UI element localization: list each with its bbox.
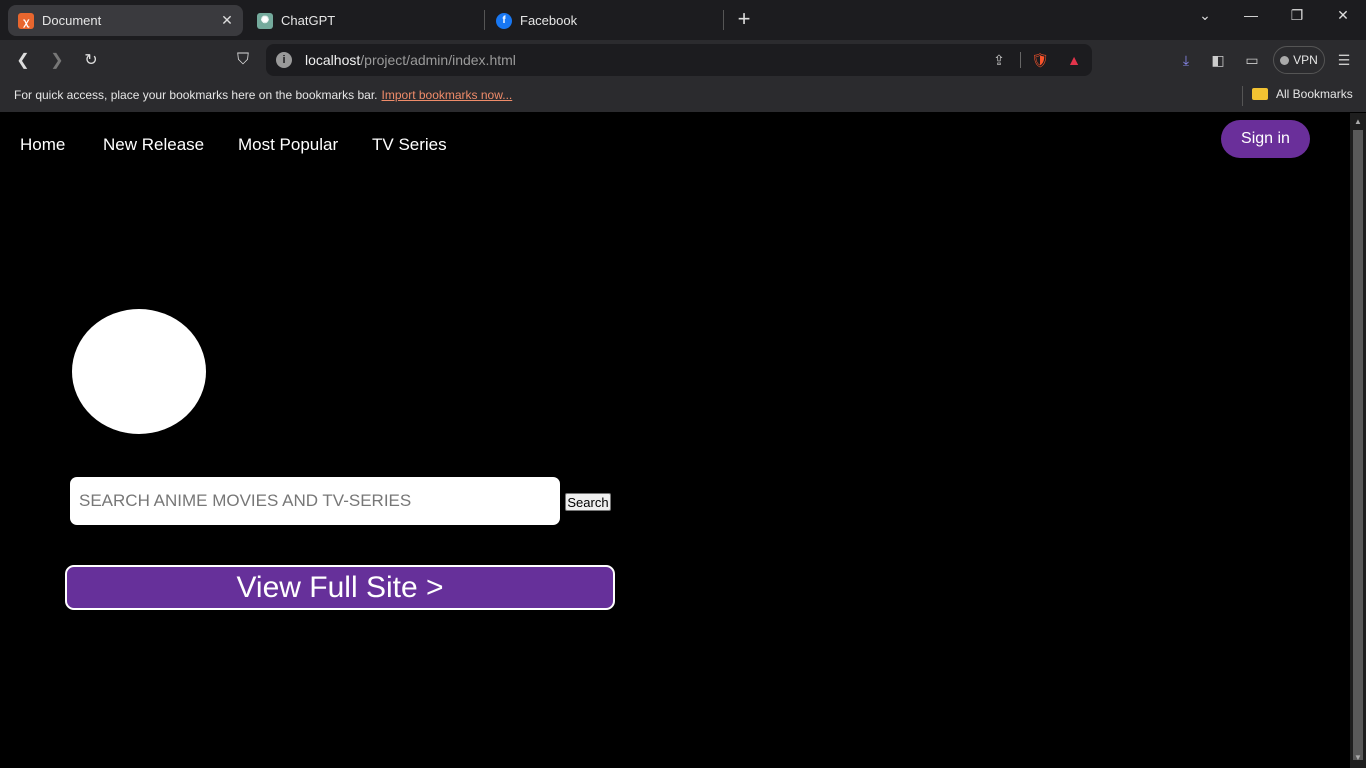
site-info-icon[interactable]: i [276,52,292,68]
web-page: Home New Release Most Popular TV Series … [0,113,1350,768]
download-icon[interactable]: ⤓ [1176,50,1196,70]
all-bookmarks-button[interactable]: All Bookmarks [1252,87,1353,101]
tab-search-chevron-icon[interactable]: ⌄ [1185,4,1225,26]
chatgpt-icon: ✺ [257,12,273,29]
back-icon[interactable]: ❮ [12,49,34,71]
sidebar-toggle-icon[interactable]: ◧ [1208,50,1228,70]
omnibox-divider [1020,52,1021,68]
bookmarks-message-text: For quick access, place your bookmarks h… [14,88,378,102]
tab-label: Facebook [520,13,578,28]
xampp-icon: ꭓ [18,12,34,29]
vpn-status-icon [1280,55,1290,65]
nav-new-release[interactable]: New Release [103,135,204,155]
bookmarks-message: For quick access, place your bookmarks h… [14,88,512,102]
wallet-icon[interactable]: ▭ [1242,50,1262,70]
url-path: /project/admin/index.html [360,52,516,68]
restore-icon[interactable]: ❐ [1277,4,1317,26]
import-bookmarks-link[interactable]: Import bookmarks now... [382,88,513,102]
view-full-site-button[interactable]: View Full Site > [65,565,615,610]
reload-icon[interactable]: ↻ [80,49,102,71]
nav-tv-series[interactable]: TV Series [372,135,447,155]
vpn-label: VPN [1293,53,1318,67]
all-bookmarks-label: All Bookmarks [1276,87,1353,101]
brave-shields-icon[interactable]: 🛡 [1031,51,1049,69]
nav-most-popular[interactable]: Most Popular [238,135,338,155]
url-text[interactable]: localhost/project/admin/index.html [305,52,516,68]
tab-divider [484,10,485,30]
tab-strip: ꭓ Document ✕ ✺ ChatGPT f Facebook + ⌄ — … [0,0,1366,40]
logo-placeholder [72,309,206,434]
page-scrollbar[interactable]: ▲ ▼ [1350,113,1366,768]
forward-icon[interactable]: ❯ [46,49,68,71]
new-tab-button[interactable]: + [733,6,755,31]
tab-divider [723,10,724,30]
tab-facebook[interactable]: f Facebook [486,5,722,36]
minimize-icon[interactable]: — [1231,4,1271,26]
share-icon[interactable]: ⇪ [990,51,1008,69]
facebook-icon: f [496,12,512,29]
sign-in-button[interactable]: Sign in [1221,120,1310,158]
url-host: localhost [305,52,361,68]
folder-icon [1252,88,1268,100]
scroll-up-icon[interactable]: ▲ [1354,117,1362,126]
bookmarks-bar: For quick access, place your bookmarks h… [0,80,1366,112]
tab-document[interactable]: ꭓ Document ✕ [8,5,243,36]
vpn-button[interactable]: VPN [1273,46,1325,74]
tab-chatgpt[interactable]: ✺ ChatGPT [247,5,483,36]
search-input[interactable] [70,477,560,525]
search-button[interactable]: Search [565,493,611,511]
tab-label: ChatGPT [281,13,336,28]
bookmark-icon[interactable]: ⛉ [232,49,254,71]
nav-home[interactable]: Home [20,135,65,155]
browser-toolbar: ❮ ❯ ↻ ⛉ i localhost/project/admin/index.… [0,40,1366,80]
scroll-down-icon[interactable]: ▼ [1354,753,1362,762]
scrollbar-thumb[interactable] [1353,130,1363,760]
bookmarks-divider [1242,86,1243,106]
close-icon[interactable]: ✕ [217,11,237,31]
window-close-icon[interactable]: ✕ [1323,4,1363,26]
menu-icon[interactable]: ☰ [1334,50,1354,70]
address-bar[interactable]: i localhost/project/admin/index.html ⇪ 🛡… [266,44,1092,76]
tab-label: Document [42,13,102,28]
brave-rewards-icon[interactable]: ▲ [1065,51,1083,69]
